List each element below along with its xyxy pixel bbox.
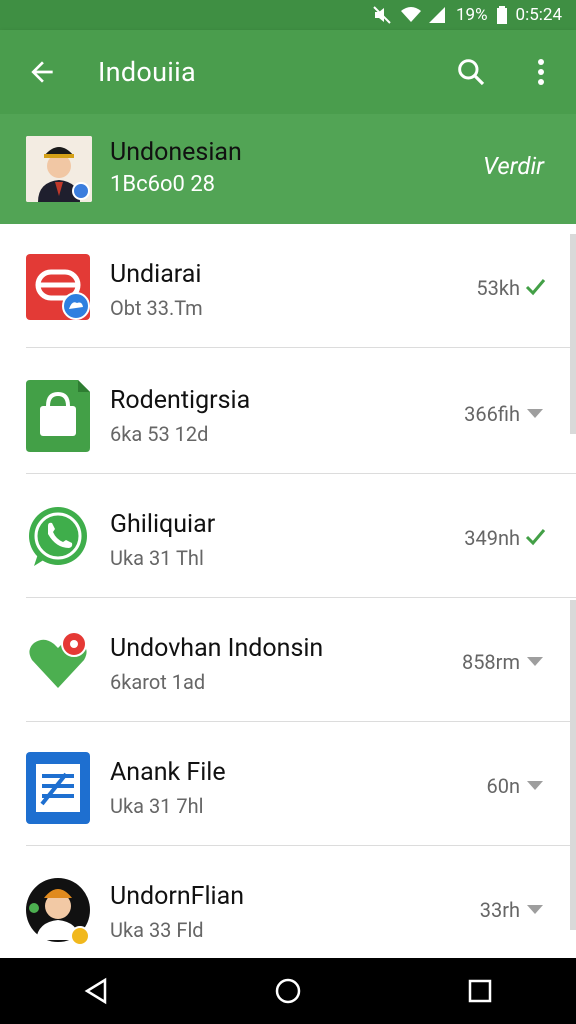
search-button[interactable] — [436, 30, 506, 114]
dropdown-arrow-icon[interactable] — [524, 650, 546, 672]
list-item-title: Ghiliquiar — [110, 510, 216, 539]
nav-recents-button[interactable] — [440, 958, 520, 1024]
clock: 0:5:24 — [515, 5, 562, 25]
dropdown-arrow-icon[interactable] — [524, 898, 546, 920]
triangle-back-icon — [84, 977, 107, 1005]
verify-button[interactable]: Verdir — [483, 152, 544, 180]
list-item[interactable]: Ghiliquiar Uka 31 Thl 349nh — [0, 474, 576, 598]
list-item-size: 60n — [486, 774, 520, 798]
back-button[interactable] — [0, 30, 84, 114]
verified-badge-icon — [72, 182, 90, 200]
red-app-icon — [26, 254, 90, 320]
list-item-title: Anank File — [110, 758, 226, 787]
scrollbar[interactable] — [570, 600, 576, 930]
scrollbar[interactable] — [570, 234, 576, 434]
list-item[interactable]: UndornFlian Uka 33 Fld 33rh — [0, 846, 576, 970]
list-item-title: Undiarai — [110, 260, 202, 289]
list-item-subtitle: 6ka 53 12d — [110, 422, 209, 446]
battery-percent: 19% — [455, 5, 488, 25]
search-icon — [458, 59, 485, 86]
list-item-subtitle: Obt 33.Tm — [110, 296, 203, 320]
list-item-subtitle: Uka 31 7hl — [110, 794, 204, 818]
more-vert-icon — [538, 59, 544, 85]
profile-avatar[interactable] — [26, 136, 92, 202]
overflow-menu-button[interactable] — [506, 30, 576, 114]
list-item-subtitle: Uka 33 Fld — [110, 918, 204, 942]
whatsapp-icon — [26, 504, 90, 570]
page-title: Indouiia — [98, 56, 196, 88]
battery-icon — [496, 6, 508, 24]
list-item-title: Rodentigrsia — [110, 386, 251, 415]
heart-pin-icon — [26, 628, 90, 694]
divider — [26, 347, 576, 348]
status-bar: 19% 0:5:24 — [0, 0, 576, 30]
list-item-subtitle: 6karot 1ad — [110, 670, 206, 694]
profile-sub: 1Bc6o0 28 — [110, 172, 216, 197]
check-icon — [524, 526, 546, 548]
check-icon — [524, 276, 546, 298]
list-item[interactable]: Undovhan Indonsin 6karot 1ad 858rm — [0, 598, 576, 722]
shopping-bag-icon — [26, 380, 90, 452]
list-item-size: 366fih — [464, 402, 520, 426]
back-arrow-icon — [31, 61, 53, 83]
square-recents-icon — [468, 979, 492, 1003]
document-icon — [26, 752, 90, 824]
list-item-size: 349nh — [464, 526, 520, 550]
list-item[interactable]: Anank File Uka 31 7hl 60n — [0, 722, 576, 846]
dropdown-arrow-icon[interactable] — [524, 774, 546, 796]
list-item[interactable]: Rodentigrsia 6ka 53 12d 366fih — [0, 350, 576, 474]
nav-home-button[interactable] — [248, 958, 328, 1024]
wifi-icon — [400, 6, 421, 24]
list-item-size: 33rh — [479, 898, 520, 922]
system-nav-bar — [0, 958, 576, 1024]
profile-name: Undonesian — [110, 138, 242, 167]
list-item-title: Undovhan Indonsin — [110, 634, 324, 663]
nav-back-button[interactable] — [56, 958, 136, 1024]
app-bar: Indouiia — [0, 30, 576, 114]
dropdown-arrow-icon[interactable] — [524, 402, 546, 424]
list-item-size: 53kh — [476, 276, 520, 300]
signal-icon — [428, 6, 448, 24]
app-list: Undiarai Obt 33.Tm 53kh Rodentigrsia 6ka… — [0, 224, 576, 958]
list-item-title: UndornFlian — [110, 882, 245, 911]
list-item[interactable]: Undiarai Obt 33.Tm 53kh — [0, 224, 576, 348]
circle-home-icon — [275, 978, 301, 1004]
profile-header: Undonesian 1Bc6o0 28 Verdir — [0, 114, 576, 224]
mute-icon — [372, 6, 392, 24]
list-item-subtitle: Uka 31 Thl — [110, 546, 204, 570]
avatar-icon — [26, 876, 90, 946]
list-item-size: 858rm — [461, 650, 520, 674]
